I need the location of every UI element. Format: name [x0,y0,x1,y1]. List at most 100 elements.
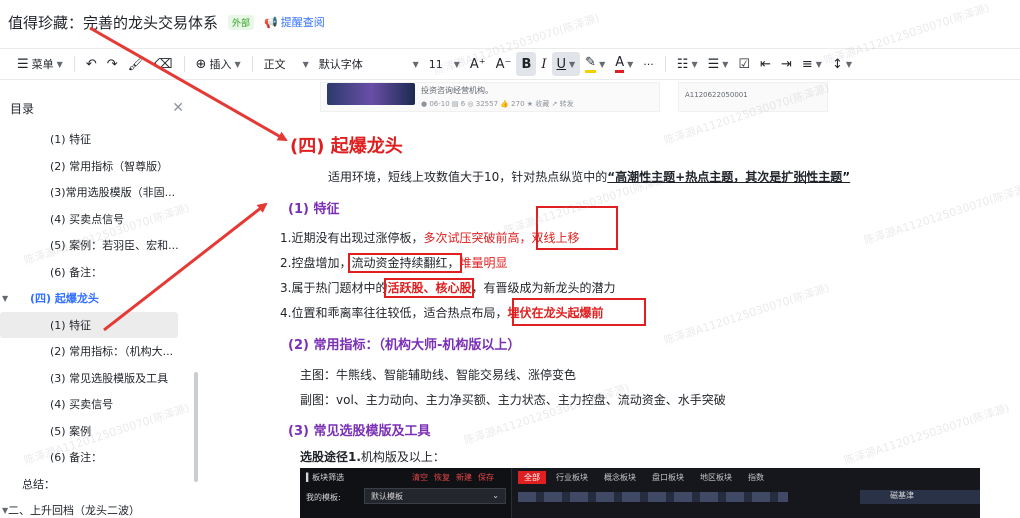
chevron-down-icon: ▼ [412,59,419,69]
tab-all[interactable]: 全部 [518,471,546,484]
line-spacing-button[interactable]: ↕ ▼ [827,52,857,76]
line-spacing-icon: ↕ [831,56,843,72]
highlight-button[interactable]: ✎ ▼ [580,52,610,76]
underline-icon: U [556,56,567,72]
redo-icon: ↷ [106,56,118,72]
toc-item[interactable]: (1) 特征 [0,126,200,153]
font-size-select[interactable]: 11 ▼ [424,52,465,76]
toc-item-active[interactable]: (1) 特征 [0,311,178,338]
paragraph-style-value: 正文 [263,58,286,71]
toc-item[interactable]: (3) 常见选股模版及工具 [0,365,200,392]
toc-item[interactable]: (6) 备注： [0,259,200,286]
tab-region[interactable]: 地区板块 [694,471,738,484]
collapse-arrow-icon[interactable]: ▼ [2,294,8,303]
close-icon[interactable]: ✕ [172,100,184,116]
toc-sidebar: 目录 ✕ (1) 特征 (2) 常用指标（智尊版） (3)常用选股模版（非固..… [0,90,200,518]
chevron-down-icon: ▼ [691,59,698,69]
tab-board[interactable]: 盘口板块 [646,471,690,484]
toc-section-qibao[interactable]: ▼ (四) 起爆龙头 [0,285,200,312]
tab-industry[interactable]: 行业板块 [550,471,594,484]
undo-button[interactable]: ↶ [81,52,102,76]
tab-concept[interactable]: 概念板块 [598,471,642,484]
indicator-heading: (2) 常用指标：（机构大师-机构版以上） [288,338,521,353]
font-family-value: 默认字体 [318,58,363,71]
feature-text: ，有晋级成为新龙头的潜力 [471,281,616,295]
bullet-list-button[interactable]: ☷ ▼ [672,52,703,76]
filter-actions: 清空 恢复 新建 保存 [412,472,494,483]
toc-item[interactable]: (2) 常用指标：（机构大... [0,338,200,365]
intro-text: 适用环境，短线上攻数值大于10，针对热点纵览中的 [328,170,608,184]
feature-text: 4.位置和乖离率往往较低，适合热点布局， [280,306,508,320]
numbered-list-button[interactable]: ☰ ▼ [703,52,734,76]
template-value: 默认模板 [371,492,403,501]
more-button[interactable]: ··· [638,52,659,76]
font-family-select[interactable]: 默认字体 ▼ [314,52,424,76]
insert-button[interactable]: ⊕ 插入 ▼ [191,52,246,76]
embedded-preview-card[interactable]: A1120622050001 [678,82,828,112]
feature-red-text: 堆量明显 [459,256,508,270]
menu-button[interactable]: ☰ 菜单 ▼ [12,52,68,76]
toolbar-divider [664,56,666,72]
toc-item-summary[interactable]: 总结： [0,471,200,498]
font-color-icon: A [615,55,625,73]
preview-image [327,83,415,105]
title-bar: 值得珍藏：完善的龙头交易体系 外部 📢 提醒查阅 [0,0,1020,44]
toc-item[interactable]: (4) 买卖点信号 [0,206,200,233]
align-button[interactable]: ≡ ▼ [797,52,827,76]
menu-icon: ☰ [17,56,29,72]
template-select[interactable]: 默认模板 ⌄ [364,488,506,504]
toc-header: 目录 ✕ [0,90,200,126]
font-color-button[interactable]: A ▼ [610,52,638,76]
path-line: 选股途径1.机构版及以上： [300,448,445,465]
toc-section-label: 二、上升回档（龙头二波） [8,504,140,518]
toolbar-divider [73,56,75,72]
feature-boxed-text: 流动资金持续翻红， [348,253,463,273]
indent-button[interactable]: ⇥ [776,52,797,76]
toc-item[interactable]: (4) 买卖信号 [0,391,200,418]
restore-action[interactable]: 恢复 [434,472,450,483]
feature-line-2: 2.控盘增加，流动资金持续翻红，堆量明显 [280,253,508,273]
collapse-arrow-icon[interactable]: ▼ [2,506,8,515]
italic-button[interactable]: I [536,52,551,76]
toc-item[interactable]: (6) 备注： [0,444,200,471]
toc-section-second[interactable]: ▼ 二、上升回档（龙头二波） [0,497,200,518]
toc-scrollbar[interactable] [194,372,198,482]
intro-highlight: “高潮性主题+热点主题，其次是扩张 [607,170,806,184]
checklist-button[interactable]: ☑ [733,52,755,76]
tab-index[interactable]: 指数 [742,471,770,484]
bold-icon: B [521,56,532,72]
redo-button[interactable]: ↷ [102,52,123,76]
save-action[interactable]: 保存 [478,472,494,483]
toc-section-label: (四) 起爆龙头 [30,292,99,306]
annotation-box [536,206,618,250]
document-title[interactable]: 值得珍藏：完善的龙头交易体系 [8,12,218,33]
clear-action[interactable]: 清空 [412,472,428,483]
outdent-icon: ⇤ [760,56,771,72]
chevron-down-icon: ▼ [845,59,853,69]
plus-circle-icon: ⊕ [195,56,207,72]
underline-button[interactable]: U ▼ [551,52,581,76]
new-action[interactable]: 新建 [456,472,472,483]
remind-button[interactable]: 📢 提醒查阅 [264,14,325,30]
filter-panel-title: ▍板块筛选 [306,473,345,482]
paragraph-style-select[interactable]: 正文 ▼ [259,52,314,76]
outdent-button[interactable]: ⇤ [755,52,776,76]
format-painter-button[interactable]: 🖌 [123,52,150,76]
feature-line-3: 3.属于热门题材中的活跃股、核心股，有晋级成为新龙头的潜力 [280,278,616,298]
toc-item[interactable]: (5) 案例 [0,418,200,445]
menu-label: 菜单 [31,58,54,71]
clear-format-button[interactable]: ⌫ [149,52,177,76]
bold-button[interactable]: B [516,52,537,76]
font-decrease-icon: A⁻ [495,56,512,72]
embedded-preview-card[interactable]: 投资咨询经营机构。 ● 06-10 ▤ 6 ◎ 32557 👍 270 ★ 收藏… [320,82,660,112]
chevron-down-icon: ▼ [599,59,606,69]
toc-item[interactable]: (3)常用选股模版（非固... [0,179,200,206]
toc-item[interactable]: (2) 常用指标（智尊版） [0,153,200,180]
toc-item[interactable]: (5) 案例：若羽臣、宏和... [0,232,200,259]
increase-font-button[interactable]: A⁺ [465,52,491,76]
chevron-down-icon: ▼ [453,59,460,69]
chevron-down-icon: ▼ [302,59,309,69]
decrease-font-button[interactable]: A⁻ [491,52,517,76]
chevron-down-icon: ▼ [722,59,729,69]
align-icon: ≡ [801,56,813,72]
